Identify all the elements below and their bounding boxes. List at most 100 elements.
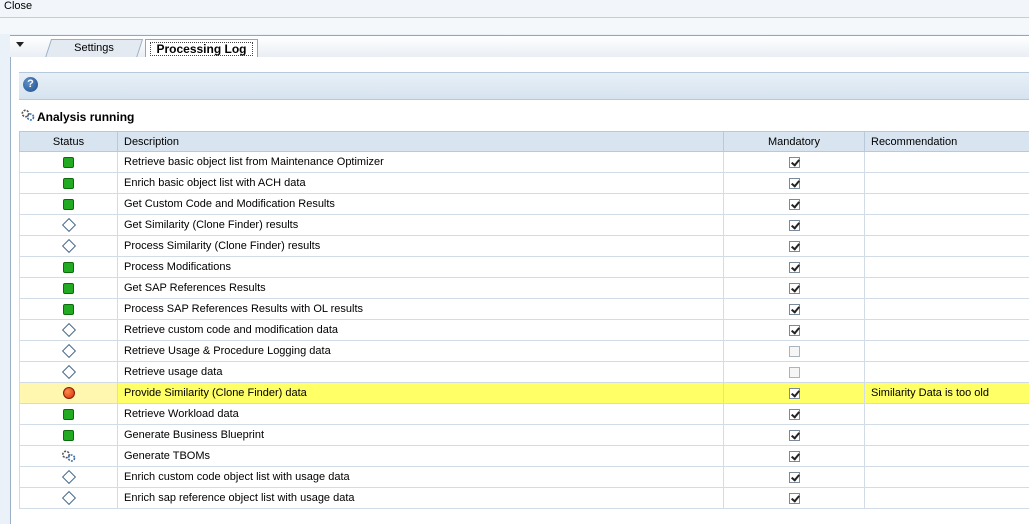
status-cell [19, 319, 118, 341]
table-row[interactable]: Retrieve basic object list from Maintena… [19, 151, 1029, 173]
mandatory-cell [723, 424, 865, 446]
mandatory-checkbox[interactable] [788, 492, 800, 504]
mandatory-checkbox[interactable] [788, 324, 800, 336]
status-cell [19, 445, 118, 467]
status-green-icon [63, 198, 74, 210]
mandatory-checkbox[interactable] [788, 450, 800, 462]
description-cell: Retrieve basic object list from Maintena… [117, 151, 724, 173]
table-row[interactable]: Generate TBOMs [19, 445, 1029, 467]
column-header-description[interactable]: Description [117, 131, 724, 152]
mandatory-checkbox[interactable] [788, 156, 800, 168]
table-row[interactable]: Enrich custom code object list with usag… [19, 466, 1029, 488]
description-cell: Get Similarity (Clone Finder) results [117, 214, 724, 236]
analysis-status-heading: Analysis running [21, 109, 134, 124]
table-row[interactable]: Process Modifications [19, 256, 1029, 278]
status-cell [19, 487, 118, 509]
description-cell: Process Similarity (Clone Finder) result… [117, 235, 724, 257]
recommendation-cell [864, 466, 1029, 488]
table-row[interactable]: Retrieve Workload data [19, 403, 1029, 425]
status-cell [19, 214, 118, 236]
table-row[interactable]: Retrieve custom code and modification da… [19, 319, 1029, 341]
recommendation-cell [864, 298, 1029, 320]
table-row[interactable]: Retrieve Usage & Procedure Logging data [19, 340, 1029, 362]
tab-settings-label: Settings [74, 42, 114, 54]
status-cell [19, 235, 118, 257]
table-row[interactable]: Get Similarity (Clone Finder) results [19, 214, 1029, 236]
mandatory-checkbox[interactable] [788, 471, 800, 483]
recommendation-cell [864, 277, 1029, 299]
recommendation-cell [864, 172, 1029, 194]
recommendation-cell [864, 319, 1029, 341]
tab-processing-log[interactable]: Processing Log [145, 39, 258, 58]
status-green-icon [63, 156, 74, 168]
mandatory-checkbox[interactable] [788, 408, 800, 420]
column-header-mandatory[interactable]: Mandatory [723, 131, 865, 152]
mandatory-cell [723, 382, 865, 404]
mandatory-checkbox[interactable] [788, 261, 800, 273]
table-row[interactable]: Enrich sap reference object list with us… [19, 487, 1029, 509]
mandatory-checkbox[interactable] [788, 345, 800, 357]
mandatory-cell [723, 340, 865, 362]
mandatory-cell [723, 403, 865, 425]
recommendation-cell [864, 256, 1029, 278]
table-row[interactable]: Generate Business Blueprint [19, 424, 1029, 446]
mandatory-cell [723, 214, 865, 236]
status-cell [19, 382, 118, 404]
column-header-status[interactable]: Status [19, 131, 118, 152]
description-cell: Retrieve Usage & Procedure Logging data [117, 340, 724, 362]
mandatory-cell [723, 361, 865, 383]
table-row[interactable]: Get Custom Code and Modification Results [19, 193, 1029, 215]
description-cell: Enrich basic object list with ACH data [117, 172, 724, 194]
description-cell: Enrich sap reference object list with us… [117, 487, 724, 509]
mandatory-checkbox[interactable] [788, 219, 800, 231]
status-pending-icon [61, 239, 76, 254]
description-cell: Provide Similarity (Clone Finder) data [117, 382, 724, 404]
top-bar: Close [0, 0, 1029, 18]
status-green-icon [63, 408, 74, 420]
tab-menu-dropdown-icon[interactable] [16, 42, 24, 47]
description-cell: Generate TBOMs [117, 445, 724, 467]
mandatory-checkbox[interactable] [788, 177, 800, 189]
recommendation-cell [864, 424, 1029, 446]
processing-log-panel: ? Analysis running Status Description Ma… [10, 57, 1029, 524]
status-green-icon [63, 429, 74, 441]
mandatory-cell [723, 235, 865, 257]
table-row[interactable]: Retrieve usage data [19, 361, 1029, 383]
description-cell: Process SAP References Results with OL r… [117, 298, 724, 320]
recommendation-cell [864, 403, 1029, 425]
mandatory-cell [723, 256, 865, 278]
mandatory-checkbox[interactable] [788, 282, 800, 294]
status-pending-icon [61, 344, 76, 359]
status-cell [19, 193, 118, 215]
mandatory-cell [723, 172, 865, 194]
mandatory-checkbox[interactable] [788, 303, 800, 315]
help-icon[interactable]: ? [23, 77, 38, 92]
gears-icon [21, 109, 37, 124]
table-row[interactable]: Process SAP References Results with OL r… [19, 298, 1029, 320]
status-pending-icon [61, 323, 76, 338]
description-cell: Enrich custom code object list with usag… [117, 466, 724, 488]
mandatory-cell [723, 445, 865, 467]
table-row[interactable]: Get SAP References Results [19, 277, 1029, 299]
mandatory-checkbox[interactable] [788, 198, 800, 210]
mandatory-checkbox[interactable] [788, 387, 800, 399]
mandatory-checkbox[interactable] [788, 366, 800, 378]
close-link[interactable]: Close [4, 0, 32, 12]
mandatory-cell [723, 151, 865, 173]
recommendation-cell [864, 487, 1029, 509]
status-pending-icon [61, 470, 76, 485]
status-cell [19, 298, 118, 320]
mandatory-checkbox[interactable] [788, 240, 800, 252]
mandatory-checkbox[interactable] [788, 429, 800, 441]
table-row[interactable]: Process Similarity (Clone Finder) result… [19, 235, 1029, 257]
tab-settings[interactable]: Settings [44, 39, 144, 58]
status-pending-icon [61, 218, 76, 233]
table-row[interactable]: Provide Similarity (Clone Finder) data Si… [19, 382, 1029, 404]
table-row[interactable]: Enrich basic object list with ACH data [19, 172, 1029, 194]
recommendation-cell: Similarity Data is too old [864, 382, 1029, 404]
mandatory-cell [723, 298, 865, 320]
recommendation-cell [864, 361, 1029, 383]
mandatory-cell [723, 487, 865, 509]
status-cell [19, 424, 118, 446]
column-header-recommendation[interactable]: Recommendation [864, 131, 1029, 152]
